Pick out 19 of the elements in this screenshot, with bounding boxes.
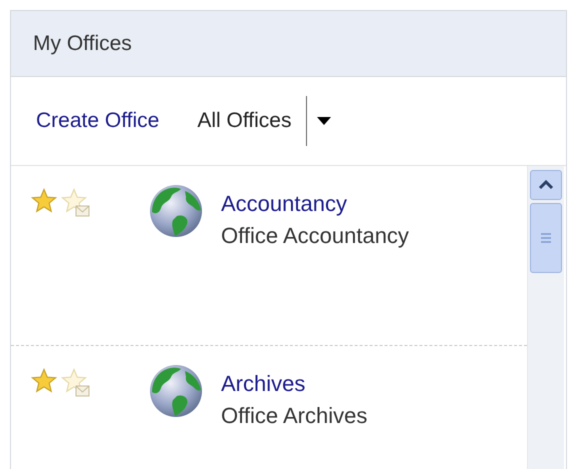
globe-icon [149,364,205,420]
scroll-up-button[interactable] [530,170,562,200]
grip-icon [540,233,552,243]
office-description: Office Archives [221,402,368,430]
star-envelope-icon[interactable] [61,188,91,218]
scrollbar[interactable] [527,166,564,469]
scroll-thumb[interactable] [530,203,562,273]
filter-dropdown[interactable]: All Offices [197,96,330,146]
favorite-star-icon[interactable] [31,368,57,394]
office-description: Office Accountancy [221,222,410,250]
create-office-link[interactable]: Create Office [36,109,160,133]
favorite-star-icon[interactable] [31,188,57,214]
caret-icon [316,117,330,125]
star-envelope-icon[interactable] [61,368,91,398]
globe-icon [149,184,205,240]
panel-title: My Offices [33,32,132,56]
office-name-link[interactable]: Archives [221,368,421,400]
chevron-up-icon [538,180,554,190]
office-name-link[interactable]: Accountancy [221,188,421,220]
